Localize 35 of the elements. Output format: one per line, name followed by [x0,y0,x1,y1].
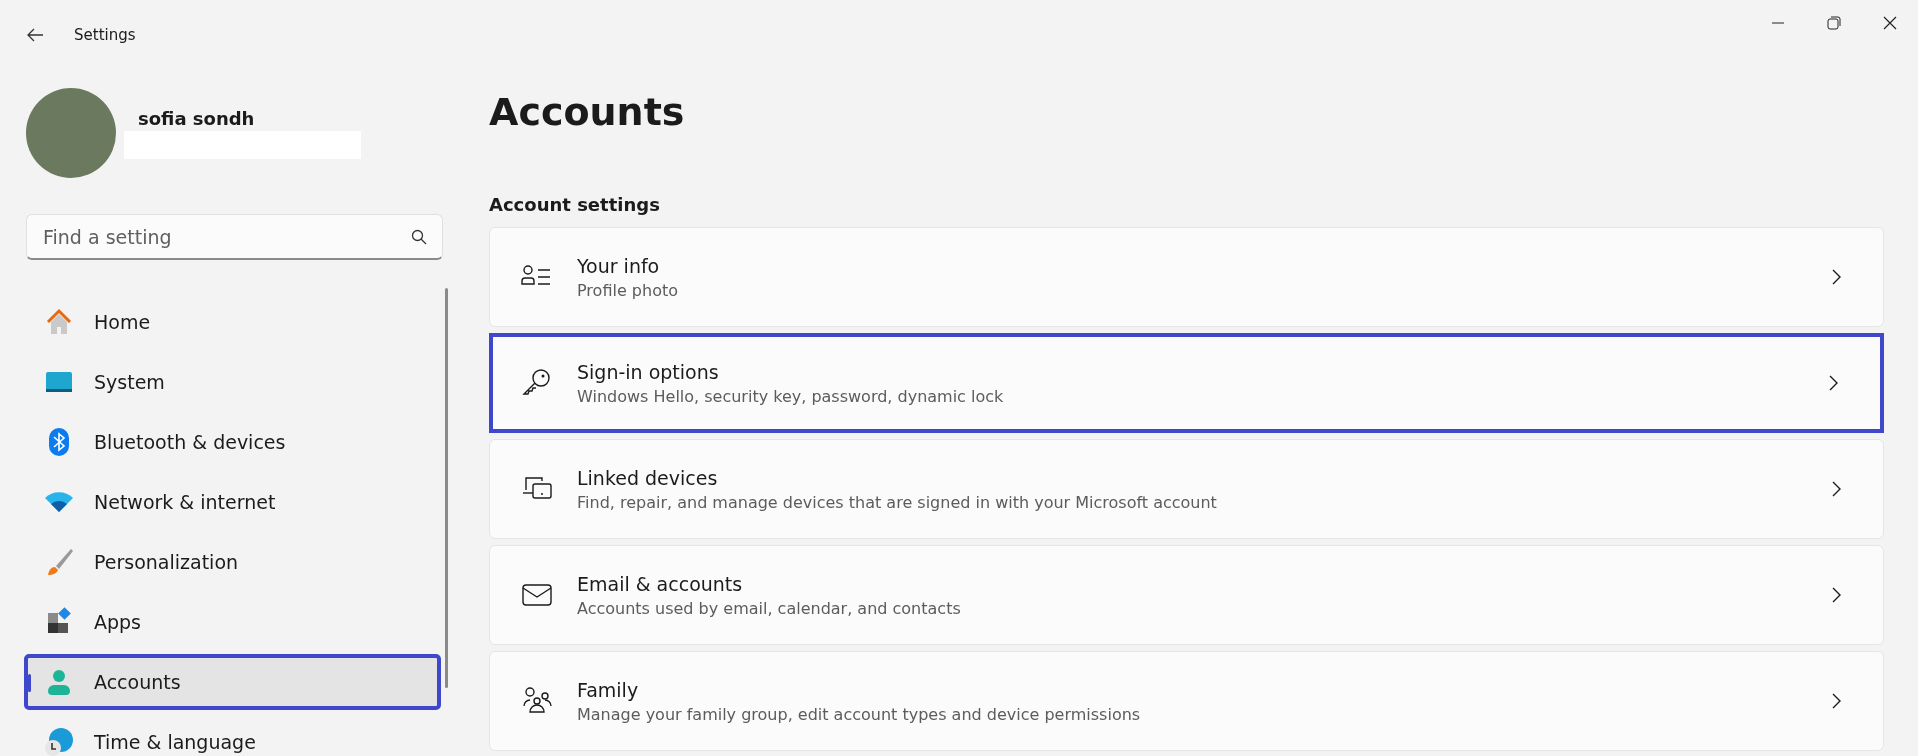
nav-item[interactable]: Accounts [24,654,441,710]
section-heading: Account settings [489,194,661,215]
page-title: Accounts [489,90,686,134]
card-title: Your info [577,254,661,277]
card-title: Family [577,678,640,701]
settings-card[interactable]: Linked devices Find, repair, and manage devices that are signed in with your Microsoft account [489,439,1884,539]
nav-item[interactable]: Network & internet [24,474,441,530]
nav-item[interactable]: Personalization [24,534,441,590]
settings-card[interactable]: Email & accounts Accounts used by email, calendar, and contacts [489,545,1884,645]
card-subtitle: Manage your family group, edit account types and device permissions [577,704,1142,724]
card-title: Linked devices [577,466,719,489]
back-arrow-icon[interactable] [26,26,44,44]
card-subtitle: Accounts used by email, calendar, and contacts [577,598,962,618]
nav-item[interactable]: Bluetooth & devices [24,414,441,470]
card-subtitle: Find, repair, and manage devices that are signed in with your Microsoft account [577,492,1218,512]
restore-icon [1827,16,1841,30]
globe-clock-icon [44,727,74,756]
settings-card[interactable]: Family Manage your family group, edit account types and device permissions [489,651,1884,751]
settings-card[interactable]: Your info Profile photo [489,227,1884,327]
card-subtitle: Windows Hello, security key, password, dynamic lock [577,386,1005,406]
close-icon [1883,16,1897,30]
nav-item[interactable]: Time & language [24,714,441,756]
nav-item[interactable]: Home [24,294,441,350]
user-name: sofia sondh [138,107,256,129]
search-field[interactable]: Find a setting [26,214,443,260]
card-subtitle: Profile photo [577,280,679,300]
nav-item[interactable]: Apps [24,594,441,650]
settings-card[interactable]: Sign-in options Windows Hello, security key, password, dynamic lock [489,333,1884,433]
nav-item[interactable]: System [24,354,441,410]
search-icon [411,229,427,245]
card-title: Email & accounts [577,572,744,595]
scrollbar[interactable] [445,288,448,688]
home-icon [44,307,74,337]
card-title: Sign-in options [577,360,720,383]
window-title: Settings [74,26,136,44]
